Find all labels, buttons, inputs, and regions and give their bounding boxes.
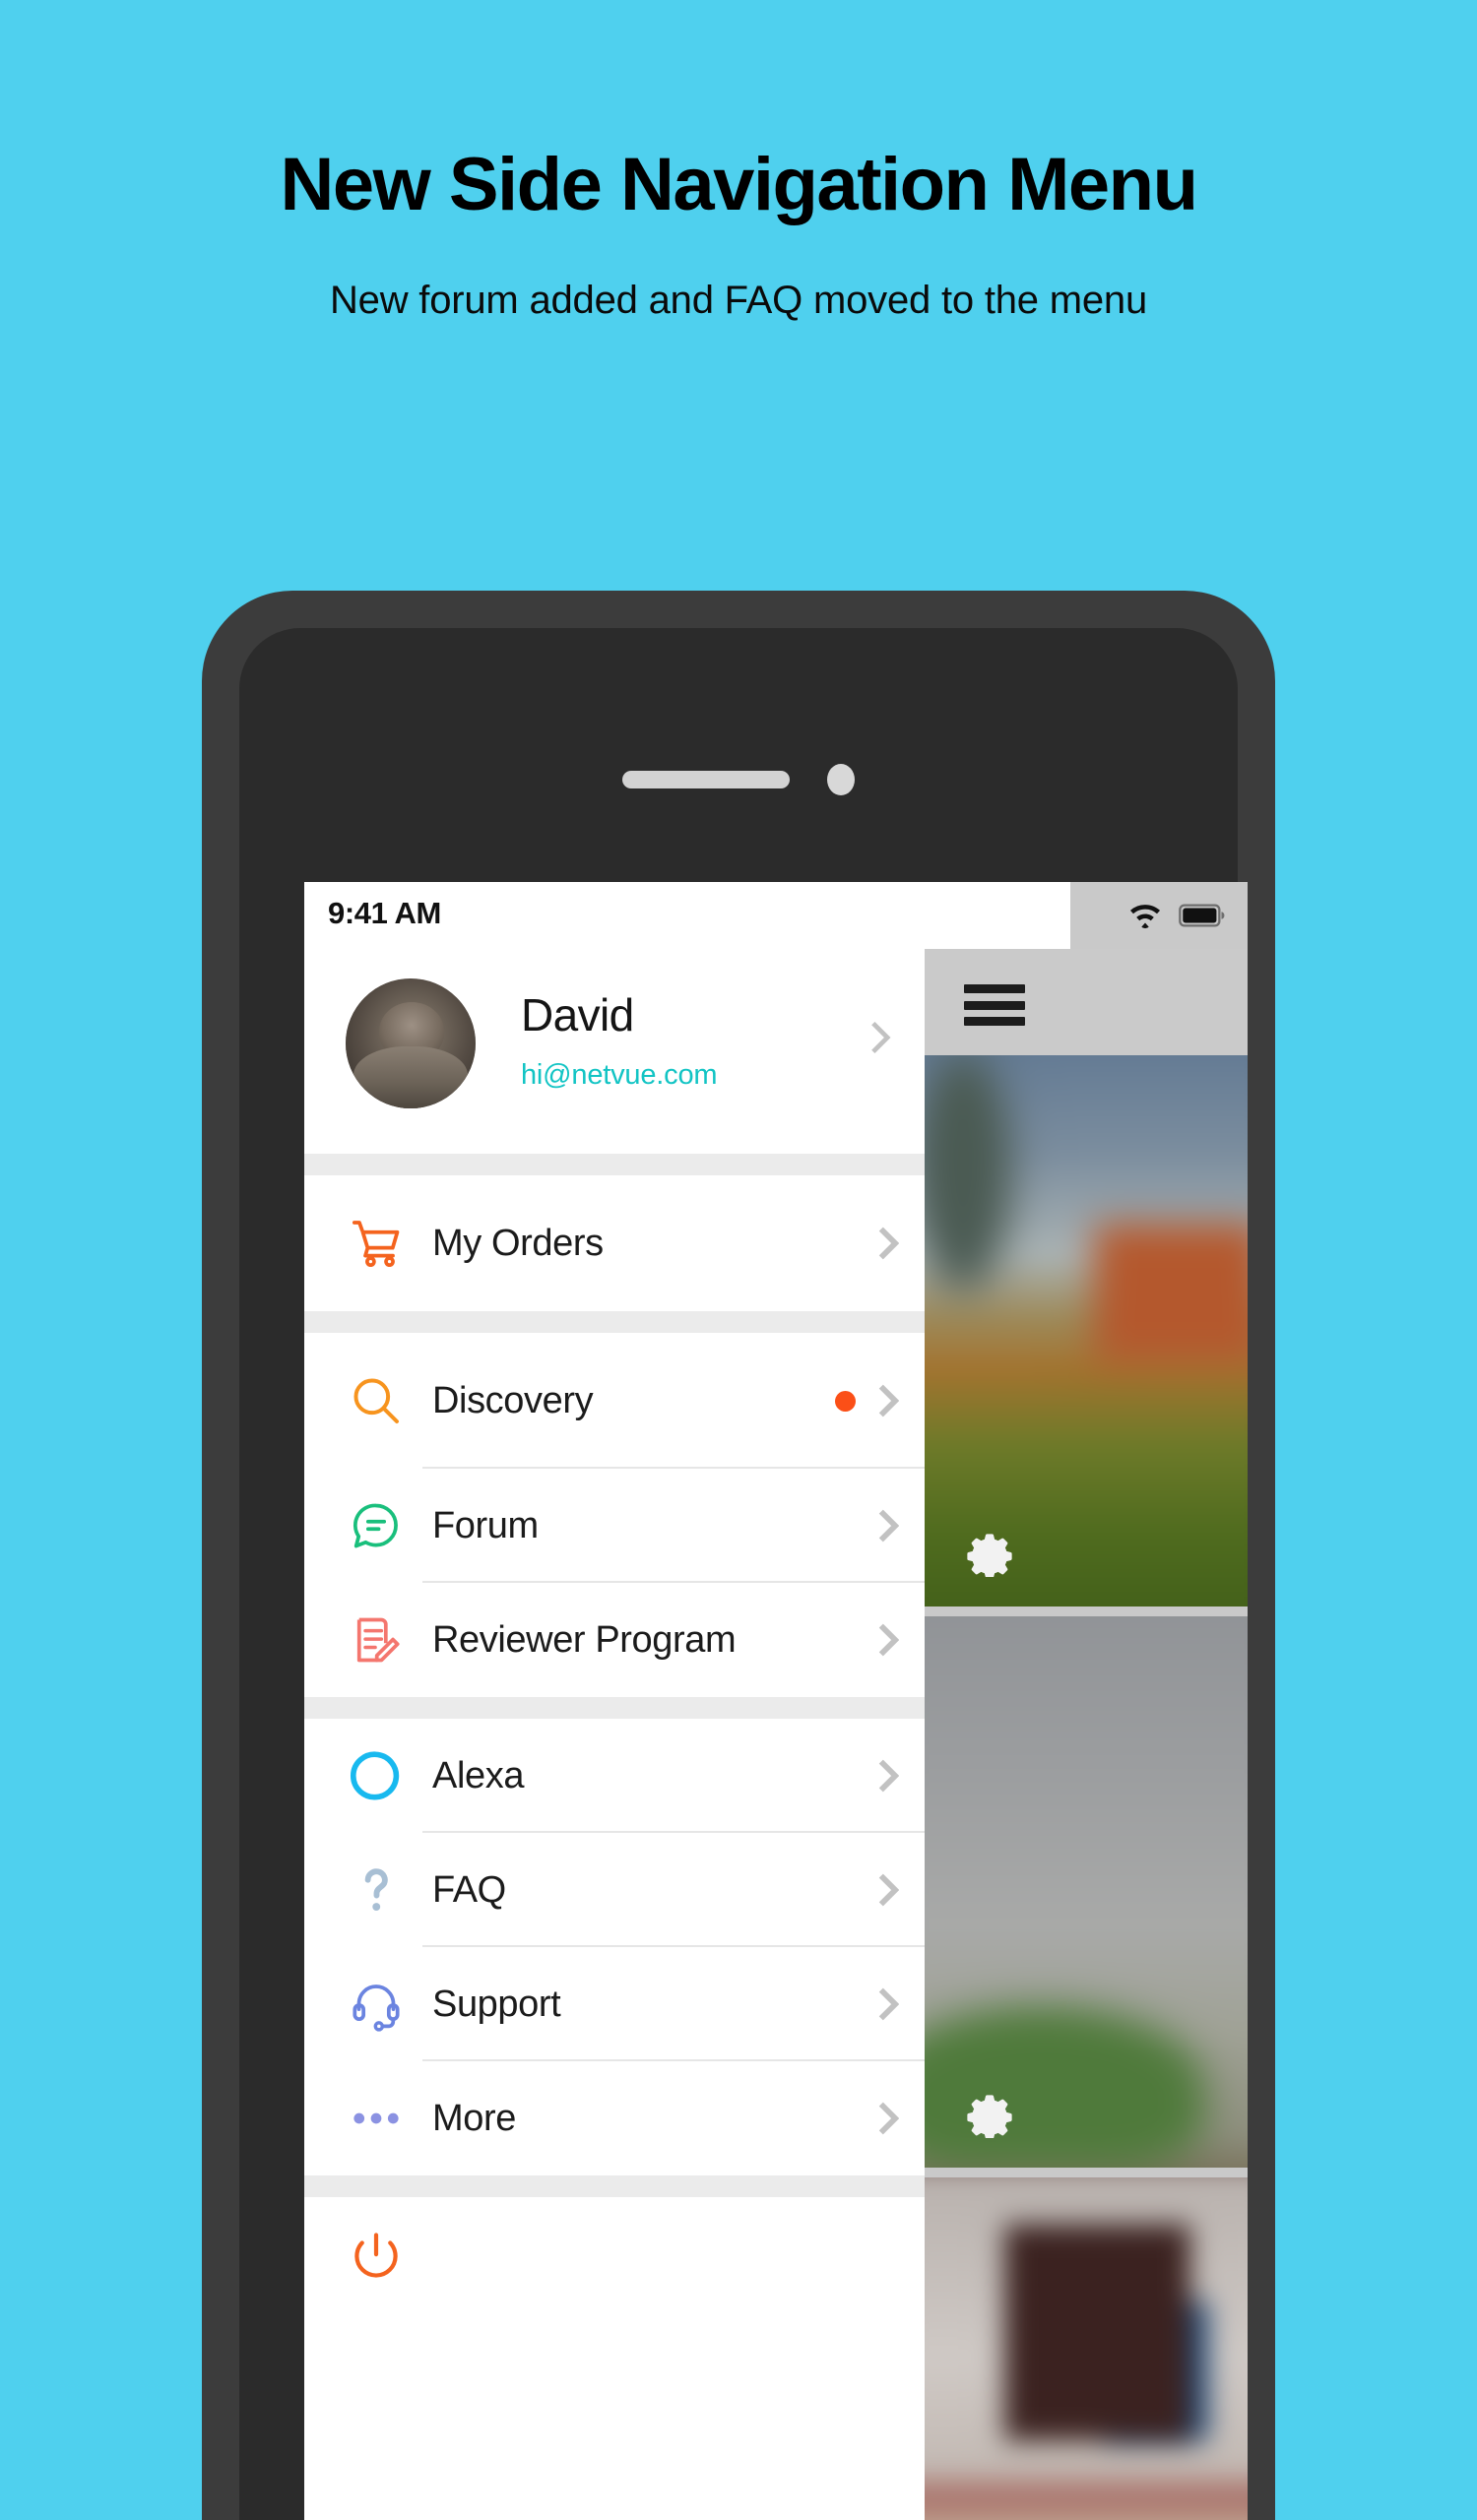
menu-item-label: Reviewer Program [432, 1618, 737, 1661]
app-navbar [925, 949, 1248, 1055]
menu-item-discovery[interactable]: Discovery [304, 1333, 925, 1469]
headset-icon [346, 1974, 407, 2035]
avatar[interactable] [346, 978, 476, 1108]
hamburger-menu-icon[interactable] [964, 984, 1025, 1026]
ellipsis-icon [346, 2088, 407, 2149]
menu-item-accessory [877, 1508, 899, 1544]
status-bar: 9:41 AM [304, 882, 1248, 949]
alexa-ring-icon [346, 1745, 407, 1806]
chevron-right-icon [878, 1987, 899, 2021]
chevron-right-icon [878, 1623, 899, 1657]
menu-item-accessory [877, 1758, 899, 1794]
menu-item-my-orders[interactable]: My Orders [304, 1175, 925, 1311]
front-camera-icon [827, 764, 855, 795]
wifi-icon [1129, 905, 1161, 929]
side-navigation-drawer: David hi@netvue.com My Orders Discovery … [304, 882, 925, 2520]
chevron-right-icon [878, 1227, 899, 1260]
cat-avatar [346, 978, 476, 1108]
section-divider [304, 1154, 925, 1175]
shopping-cart-icon [346, 1213, 407, 1274]
chevron-right-icon [878, 1509, 899, 1543]
menu-item-accessory [877, 1622, 899, 1658]
menu-item-accessory [877, 2101, 899, 2136]
status-badge [835, 1390, 856, 1412]
gear-icon[interactable] [962, 1522, 1017, 1577]
menu-item-label: Alexa [432, 1754, 525, 1796]
menu-item-alexa[interactable]: Alexa [304, 1719, 925, 1833]
camera-card[interactable] [925, 2177, 1248, 2520]
camera-card[interactable] [925, 1055, 1248, 1606]
menu-item-support[interactable]: Support [304, 1947, 925, 2061]
battery-icon [1179, 904, 1225, 927]
menu-item-label: More [432, 2097, 516, 2139]
chevron-right-icon [878, 1759, 899, 1793]
document-pencil-icon [346, 1609, 407, 1670]
menu-item-label: Discovery [432, 1379, 594, 1421]
section-divider [304, 1311, 925, 1333]
chat-bubble-icon [346, 1495, 407, 1556]
chevron-right-icon [878, 2102, 899, 2135]
gear-icon[interactable] [962, 2083, 1017, 2138]
question-mark-icon [346, 1859, 407, 1921]
menu-item-label: My Orders [432, 1222, 604, 1264]
promo-header: New Side Navigation Menu New forum added… [0, 0, 1477, 323]
chevron-right-icon [871, 1021, 891, 1054]
menu-item-accessory [877, 1872, 899, 1908]
profile-name: David [521, 989, 634, 1040]
menu-group-help: Alexa FAQ Support More [304, 1719, 925, 2175]
profile-email: hi@netvue.com [521, 1059, 718, 1091]
menu-item-accessory [877, 1226, 899, 1261]
phone-screen: David hi@netvue.com My Orders Discovery … [304, 882, 1248, 2520]
menu-item-label: Support [432, 1983, 561, 2025]
phone-mockup: David hi@netvue.com My Orders Discovery … [202, 591, 1275, 2520]
chevron-right-icon [878, 1384, 899, 1418]
menu-group-orders: My Orders [304, 1175, 925, 1311]
page-subtitle: New forum added and FAQ moved to the men… [329, 279, 1148, 322]
menu-item-logout-partial[interactable] [304, 2197, 925, 2315]
menu-item-forum[interactable]: Forum [304, 1469, 925, 1583]
menu-item-accessory [835, 1383, 899, 1418]
chevron-right-icon [878, 1873, 899, 1907]
menu-item-label: Forum [432, 1504, 539, 1546]
menu-item-more[interactable]: More [304, 2061, 925, 2175]
app-content-behind-drawer [925, 882, 1248, 2520]
camera-list [925, 1055, 1248, 2520]
menu-item-accessory [877, 1986, 899, 2022]
menu-item-faq[interactable]: FAQ [304, 1833, 925, 1947]
status-bar-indicators [1070, 882, 1248, 949]
speaker-grille-icon [622, 771, 790, 788]
phone-bezel: David hi@netvue.com My Orders Discovery … [239, 628, 1248, 2520]
page-title: New Side Navigation Menu [280, 143, 1198, 226]
magnifier-icon [346, 1370, 407, 1431]
menu-group-community: Discovery Forum Reviewer Program [304, 1333, 925, 1697]
section-divider [304, 1697, 925, 1719]
phone-speaker-area [615, 764, 862, 795]
camera-card[interactable] [925, 1616, 1248, 2168]
camera-thumbnail-room [925, 2177, 1248, 2520]
menu-item-label: FAQ [432, 1868, 506, 1911]
menu-item-reviewer-program[interactable]: Reviewer Program [304, 1583, 925, 1697]
profile-text: David hi@netvue.com [521, 989, 718, 1092]
power-logout-icon [346, 2226, 407, 2287]
section-divider [304, 2175, 925, 2197]
status-bar-time: 9:41 AM [328, 896, 441, 930]
